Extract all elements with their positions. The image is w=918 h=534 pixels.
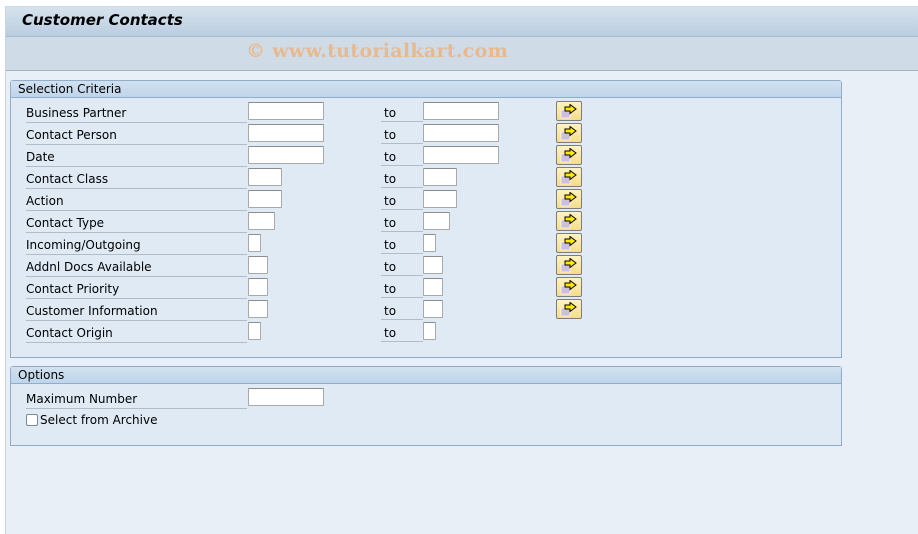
selection-row: Contact Type to [11, 211, 841, 234]
to-label: to [381, 259, 423, 276]
selection-row: Contact Class to [11, 167, 841, 190]
to-label: to [381, 171, 423, 188]
select-from-archive-row: Select from Archive [11, 411, 841, 433]
selection-criteria-group: Selection Criteria Business Partner to Con… [10, 80, 842, 358]
maximum-number-label: Maximum Number [26, 391, 247, 409]
field-label: Action [26, 193, 247, 211]
to-value-input[interactable] [423, 212, 450, 230]
from-value-input[interactable] [248, 146, 324, 164]
from-value-input[interactable] [248, 322, 261, 340]
multiple-selection-button[interactable] [556, 145, 582, 165]
to-label: to [381, 149, 423, 166]
to-label: to [381, 237, 423, 254]
sap-screen: Customer Contacts © www.tutorialkart.com… [5, 6, 918, 534]
from-value-input[interactable] [248, 300, 268, 318]
from-value-input[interactable] [248, 256, 268, 274]
field-label: Contact Priority [26, 281, 247, 299]
multiple-selection-button[interactable] [556, 255, 582, 275]
to-value-input[interactable] [423, 102, 499, 120]
title-bar: Customer Contacts [6, 7, 918, 37]
selection-row: Date to [11, 145, 841, 168]
to-label: to [381, 105, 423, 122]
watermark: © www.tutorialkart.com [246, 40, 509, 62]
multiple-selection-button[interactable] [556, 167, 582, 187]
field-label: Contact Origin [26, 325, 247, 343]
selection-row: Contact Origin to [11, 322, 841, 344]
selection-row: Addnl Docs Available to [11, 255, 841, 278]
to-value-input[interactable] [423, 124, 499, 142]
to-label: to [381, 325, 423, 342]
from-value-input[interactable] [248, 168, 282, 186]
field-label: Contact Class [26, 171, 247, 189]
field-label: Incoming/Outgoing [26, 237, 247, 255]
multiple-selection-button[interactable] [556, 101, 582, 121]
to-value-input[interactable] [423, 322, 436, 340]
maximum-number-input[interactable] [248, 388, 324, 406]
to-label: to [381, 127, 423, 144]
from-value-input[interactable] [248, 190, 282, 208]
selection-row: Incoming/Outgoing to [11, 233, 841, 256]
multiple-selection-button[interactable] [556, 123, 582, 143]
from-value-input[interactable] [248, 102, 324, 120]
to-label: to [381, 215, 423, 232]
multiple-selection-button[interactable] [556, 211, 582, 231]
field-label: Date [26, 149, 247, 167]
to-value-input[interactable] [423, 256, 443, 274]
from-value-input[interactable] [248, 278, 268, 296]
field-label: Business Partner [26, 105, 247, 123]
selection-criteria-title: Selection Criteria [11, 81, 841, 98]
maximum-number-row: Maximum Number [11, 388, 841, 410]
select-from-archive-label[interactable]: Select from Archive [40, 412, 157, 429]
to-label: to [381, 193, 423, 210]
options-title: Options [11, 367, 841, 384]
from-value-input[interactable] [248, 212, 275, 230]
to-value-input[interactable] [423, 168, 457, 186]
selection-row: Contact Priority to [11, 277, 841, 300]
to-label: to [381, 281, 423, 298]
multiple-selection-button[interactable] [556, 277, 582, 297]
field-label: Contact Type [26, 215, 247, 233]
multiple-selection-button[interactable] [556, 189, 582, 209]
from-value-input[interactable] [248, 124, 324, 142]
options-group: Options Maximum Number Select from Archi… [10, 366, 842, 446]
to-value-input[interactable] [423, 234, 436, 252]
to-value-input[interactable] [423, 146, 499, 164]
selection-row: Action to [11, 189, 841, 212]
to-value-input[interactable] [423, 300, 443, 318]
from-value-input[interactable] [248, 234, 261, 252]
multiple-selection-button[interactable] [556, 299, 582, 319]
selection-row: Business Partner to [11, 101, 841, 124]
selection-row: Contact Person to [11, 123, 841, 146]
field-label: Contact Person [26, 127, 247, 145]
select-from-archive-checkbox[interactable] [26, 414, 38, 426]
to-value-input[interactable] [423, 190, 457, 208]
selection-row: Customer Information to [11, 299, 841, 322]
to-label: to [381, 303, 423, 320]
field-label: Customer Information [26, 303, 247, 321]
multiple-selection-button[interactable] [556, 233, 582, 253]
application-toolbar: © www.tutorialkart.com [6, 37, 918, 71]
page-title: Customer Contacts [22, 11, 183, 29]
to-value-input[interactable] [423, 278, 443, 296]
field-label: Addnl Docs Available [26, 259, 247, 277]
